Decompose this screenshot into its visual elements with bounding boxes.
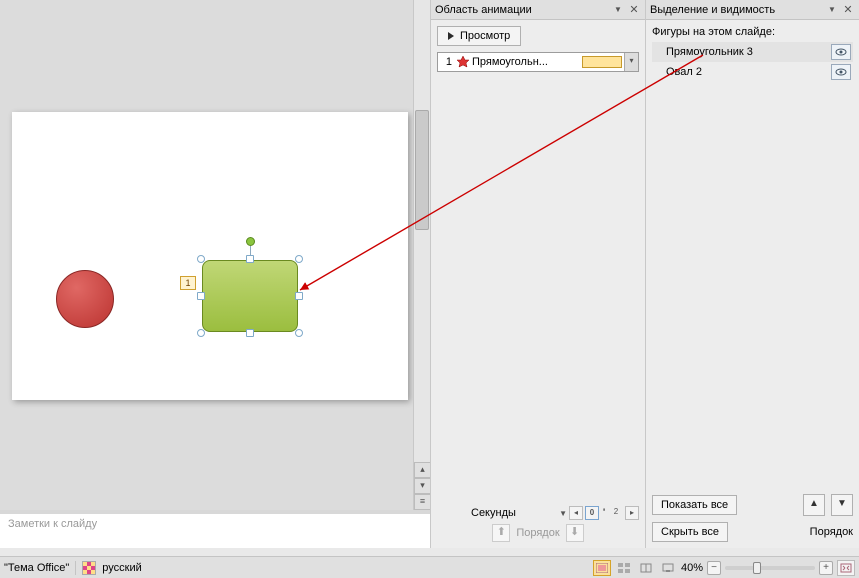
animation-item-number: 1 [438,56,454,68]
panel-close-icon[interactable]: ✕ [627,3,641,17]
visibility-toggle[interactable] [831,44,851,60]
preview-button-label: Просмотр [460,30,510,42]
spellcheck-icon[interactable] [82,561,96,575]
zoom-out-button[interactable]: − [707,561,721,575]
resize-handle[interactable] [246,329,254,337]
hide-all-button[interactable]: Скрыть все [652,522,728,542]
animation-panel-title: Область анимации [435,4,609,16]
star-effect-icon [456,55,470,69]
eye-icon [835,67,847,77]
timeline-tick: 2 [609,506,623,520]
shape-oval[interactable] [56,270,114,328]
seconds-label: Секунды [437,507,516,519]
animation-item-label: Прямоугольн... [472,56,580,68]
seconds-timeline: Секунды ▼ ◂ 0 ' 2 ▸ [437,506,639,520]
reorder-down-button[interactable]: ▼ [831,494,853,516]
vertical-scrollbar[interactable]: ▴ ▾ ≡ [413,0,430,510]
preview-button[interactable]: Просмотр [437,26,521,46]
resize-handle[interactable] [295,329,303,337]
slideshow-view-button[interactable] [659,560,677,576]
reorder-label: Порядок [810,526,853,538]
shape-list: Прямоугольник 3 Овал 2 [652,42,853,82]
animation-list: 1 Прямоугольн... ▾ [437,52,639,72]
resize-handle[interactable] [197,292,205,300]
timeline-scroll-right[interactable]: ▸ [625,506,639,520]
visibility-toggle[interactable] [831,64,851,80]
resize-handle[interactable] [295,255,303,263]
show-all-button[interactable]: Показать все [652,495,737,515]
scroll-next-icon[interactable]: ▾ [414,478,431,494]
selection-panel-header: Выделение и видимость ▼ ✕ [646,0,859,20]
animation-panel-header: Область анимации ▼ ✕ [431,0,645,20]
resize-handle[interactable] [246,255,254,263]
move-down-button[interactable]: ⬇ [566,524,584,542]
rotation-handle[interactable] [246,237,255,246]
timeline-tick: 0 [585,506,599,520]
zoom-thumb[interactable] [753,562,761,574]
notes-pane[interactable]: Заметки к слайду [0,510,430,548]
scroll-prev-icon[interactable]: ▴ [414,462,431,478]
resize-handle[interactable] [197,329,205,337]
panel-close-icon[interactable]: ✕ [841,3,855,17]
timeline-tick-mark: ' [601,507,607,519]
status-bar: "Тема Office" русский 40% − + [0,556,859,578]
notes-placeholder: Заметки к слайду [8,518,97,530]
selection-caption: Фигуры на этом слайде: [652,26,853,38]
seconds-dropdown-icon[interactable]: ▼ [559,509,567,518]
animation-item-dropdown[interactable]: ▾ [624,53,638,71]
animation-item[interactable]: 1 Прямоугольн... ▾ [438,53,638,71]
fit-to-window-button[interactable] [837,560,855,576]
shape-list-item[interactable]: Овал 2 [652,62,853,82]
theme-label[interactable]: "Тема Office" [4,562,69,574]
shape-rectangle[interactable] [202,260,298,332]
sorter-view-button[interactable] [615,560,633,576]
play-icon [448,32,454,40]
move-up-button[interactable]: ⬆ [492,524,510,542]
scrollbar-thumb[interactable] [415,110,429,230]
resize-handle[interactable] [295,292,303,300]
slide-workspace: 1 [0,0,413,510]
slide-canvas[interactable]: 1 [12,112,408,400]
selection-panel-title: Выделение и видимость [650,4,823,16]
order-label: Порядок [516,527,559,539]
reorder-up-button[interactable]: ▲ [803,494,825,516]
selection-panel: Выделение и видимость ▼ ✕ Фигуры на этом… [645,0,859,548]
panel-menu-icon[interactable]: ▼ [825,3,839,17]
eye-icon [835,47,847,57]
normal-view-button[interactable] [593,560,611,576]
panel-menu-icon[interactable]: ▼ [611,3,625,17]
scroll-split-icon[interactable]: ≡ [414,494,431,510]
shape-name: Прямоугольник 3 [666,46,831,58]
zoom-percent[interactable]: 40% [681,562,703,574]
shape-list-item[interactable]: Прямоугольник 3 [652,42,853,62]
animation-panel: Область анимации ▼ ✕ Просмотр 1 Прямоуго… [430,0,645,548]
shape-name: Овал 2 [666,66,831,78]
timeline-scroll-left[interactable]: ◂ [569,506,583,520]
reading-view-button[interactable] [637,560,655,576]
resize-handle[interactable] [197,255,205,263]
zoom-slider[interactable] [725,566,815,570]
language-label[interactable]: русский [102,562,141,574]
animation-order-controls: ⬆ Порядок ⬇ [437,524,639,542]
animation-duration-bar[interactable] [582,56,622,68]
animation-sequence-tag[interactable]: 1 [180,276,196,290]
zoom-in-button[interactable]: + [819,561,833,575]
